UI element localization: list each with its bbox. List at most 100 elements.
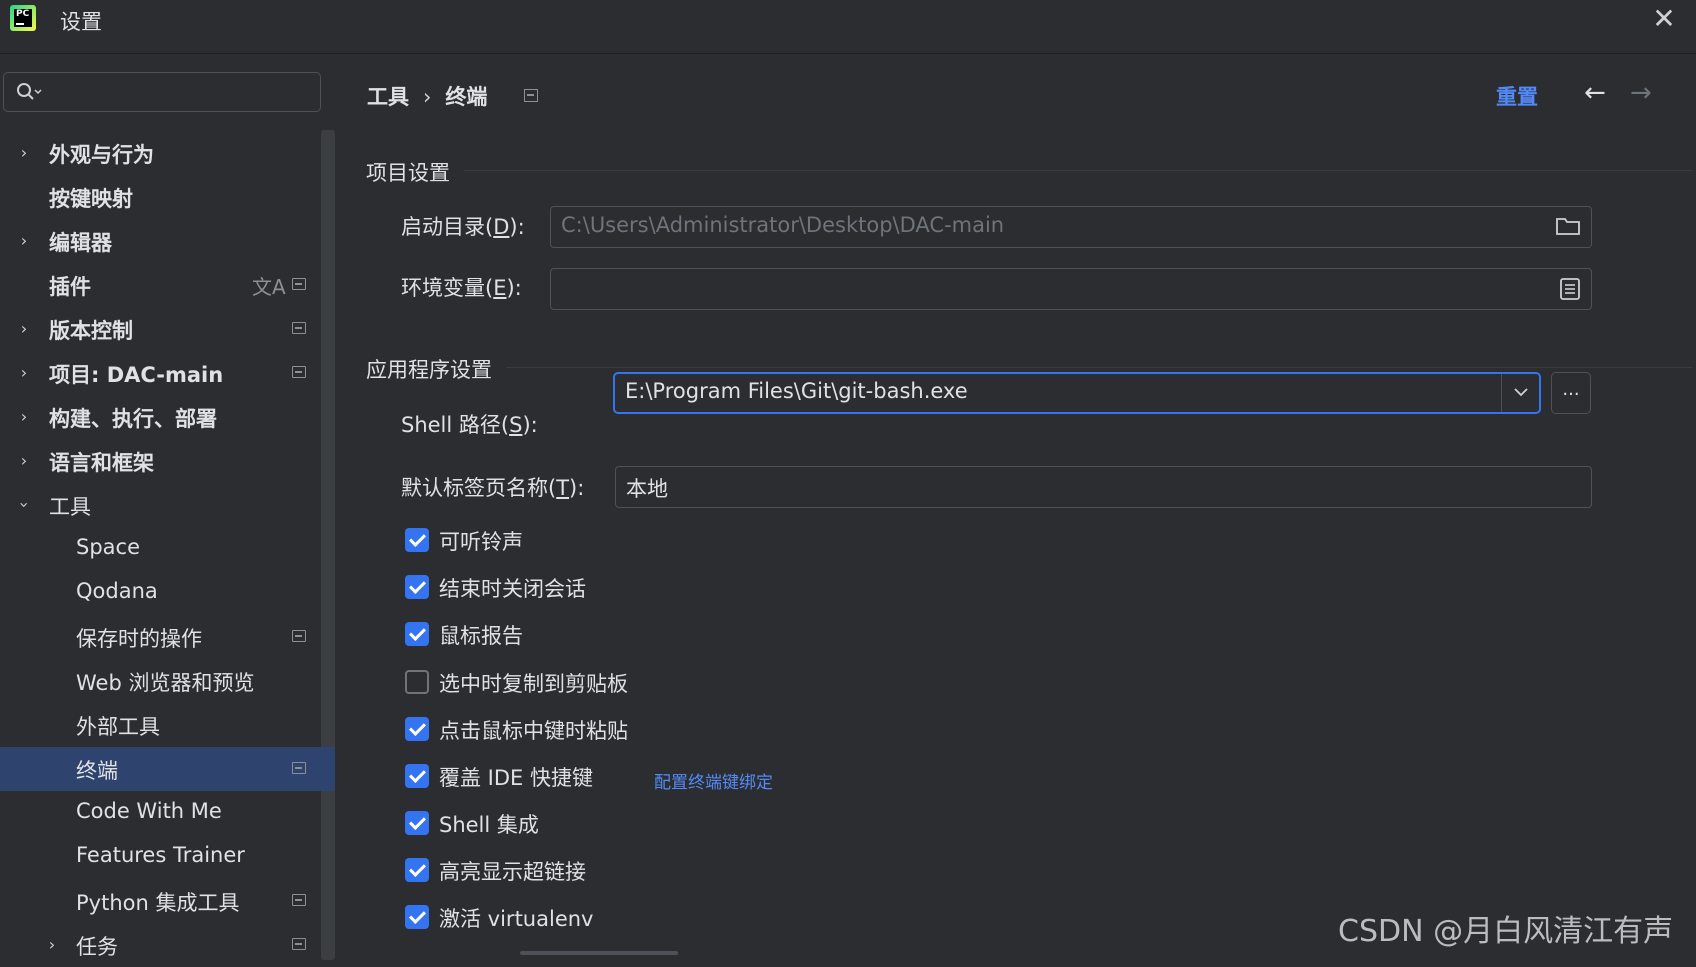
tree-item-web-browsers[interactable]: Web 浏览器和预览 [0,659,335,703]
checkbox-checked[interactable] [405,622,429,646]
env-vars-label: 环境变量(E): [401,276,522,300]
tree-item-label: 任务 [76,935,118,959]
tree-item-label: 工具 [49,495,91,519]
default-tab-name-value: 本地 [626,477,668,501]
tree-item-label: 外部工具 [76,715,160,739]
chevron-down-icon [1514,388,1528,397]
checkbox-label: 高亮显示超链接 [439,860,586,884]
checkbox-unchecked[interactable] [405,670,429,694]
tree-item-label: 插件 [49,275,91,299]
tree-item-plugins[interactable]: 插件 文A [0,263,335,307]
breadcrumb: 工具 › 终端 [367,81,487,111]
checkbox-checked[interactable] [405,764,429,788]
chevron-right-icon: › [20,451,28,470]
tree-item-qodana[interactable]: Qodana [0,571,335,615]
back-arrow-icon[interactable]: ← [1584,78,1606,108]
search-icon [17,83,42,100]
tree-item-label: Features Trainer [76,843,245,867]
tree-item-label: 外观与行为 [49,143,154,167]
search-input[interactable] [50,73,314,113]
project-settings-title: 项目设置 [366,161,450,185]
tree-item-vcs[interactable]: › 版本控制 [0,307,335,351]
tree-item-label: 项目: DAC-main [49,363,224,387]
chevron-right-icon: › [20,363,28,382]
tree-item-appearance[interactable]: › 外观与行为 [0,131,335,175]
checkbox-checked[interactable] [405,575,429,599]
watermark: CSDN @月白风清江有声 [1338,914,1674,949]
checkbox-checked[interactable] [405,811,429,835]
shell-dropdown-button[interactable] [1501,374,1539,412]
browse-button[interactable]: ... [1551,372,1591,414]
tree-item-editor[interactable]: › 编辑器 [0,219,335,263]
shell-path-label: Shell 路径(S): [401,413,538,437]
horizontal-scrollbar[interactable] [520,951,678,955]
tree-item-tasks[interactable]: › 任务 [0,923,335,967]
window-title: 设置 [60,10,102,34]
env-vars-field[interactable] [550,268,1592,310]
tree-item-label: Python 集成工具 [76,891,240,915]
default-tab-name-label: 默认标签页名称(T): [401,476,585,500]
checkbox-override-ide-shortcuts[interactable]: 覆盖 IDE 快捷键 配置终端键绑定 [405,761,905,795]
pycharm-logo-icon: PC [10,5,36,31]
translate-icon: 文A [252,275,286,299]
chevron-right-icon: › [20,407,28,426]
tree-item-actions-on-save[interactable]: 保存时的操作 [0,615,335,659]
project-level-icon [292,322,306,334]
tree-item-label: 编辑器 [49,231,112,255]
project-level-icon [292,762,306,774]
tree-item-keymap[interactable]: 按键映射 [0,175,335,219]
tree-item-label: Space [76,535,140,559]
checkbox-label: 鼠标报告 [439,624,523,648]
folder-icon[interactable] [1555,215,1581,237]
checkbox-label: 激活 virtualenv [439,907,594,931]
forward-arrow-icon[interactable]: → [1630,78,1652,108]
checkbox-label: 可听铃声 [439,530,523,554]
tree-item-terminal[interactable]: 终端 [0,747,335,791]
chevron-right-icon: › [20,143,28,162]
checkbox-checked[interactable] [405,717,429,741]
checkbox-checked[interactable] [405,905,429,929]
tree-item-languages[interactable]: › 语言和框架 [0,439,335,483]
search-box[interactable] [3,72,321,113]
reset-link[interactable]: 重置 [1496,81,1538,111]
app-settings-title: 应用程序设置 [366,358,492,382]
tree-item-label: 语言和框架 [49,451,154,475]
checkbox-checked[interactable] [405,858,429,882]
edit-list-icon[interactable] [1559,277,1581,301]
tree-item-build[interactable]: › 构建、执行、部署 [0,395,335,439]
checkbox-checked[interactable] [405,528,429,552]
tree-item-code-with-me[interactable]: Code With Me [0,791,335,835]
checkbox-label: 结束时关闭会话 [439,577,586,601]
project-level-icon [524,89,538,102]
start-dir-label: 启动目录(D): [401,215,525,239]
tree-item-python-tools[interactable]: Python 集成工具 [0,879,335,923]
breadcrumb-current: 终端 [445,85,488,109]
default-tab-name-field[interactable]: 本地 [615,466,1592,508]
title-bar: PC 设置 ✕ [0,0,1696,54]
configure-keybindings-link[interactable]: 配置终端键绑定 [654,768,773,793]
settings-sidebar: › 外观与行为 按键映射 › 编辑器 插件 文A › 版本控制 › 项目: DA… [0,54,335,960]
shell-path-value: E:\Program Files\Git\git-bash.exe [625,379,968,403]
tree-item-features-trainer[interactable]: Features Trainer [0,835,335,879]
tree-item-tools[interactable]: › 工具 [0,483,335,527]
tree-item-label: 版本控制 [49,319,133,343]
chevron-down-icon: › [15,501,34,509]
tree-item-label: 保存时的操作 [76,627,202,651]
tree-item-space[interactable]: Space [0,527,335,571]
breadcrumb-parent[interactable]: 工具 [367,85,409,109]
tree-item-label: Code With Me [76,799,222,823]
start-dir-value: C:\Users\Administrator\Desktop\DAC-main [561,213,1005,237]
checkbox-label: 点击鼠标中键时粘贴 [439,719,628,743]
shell-path-combobox[interactable]: E:\Program Files\Git\git-bash.exe [613,372,1541,414]
tree-item-project[interactable]: › 项目: DAC-main [0,351,335,395]
project-level-icon [292,894,306,906]
start-dir-field[interactable]: C:\Users\Administrator\Desktop\DAC-main [550,206,1592,248]
chevron-right-icon: › [20,319,28,338]
tree-item-external-tools[interactable]: 外部工具 [0,703,335,747]
close-icon[interactable]: ✕ [1648,3,1680,35]
project-level-icon [292,278,306,290]
chevron-right-icon: › [20,231,28,250]
tree-item-label: Qodana [76,579,158,603]
tree-item-label: 构建、执行、部署 [49,407,217,431]
chevron-right-icon: › [48,935,56,954]
